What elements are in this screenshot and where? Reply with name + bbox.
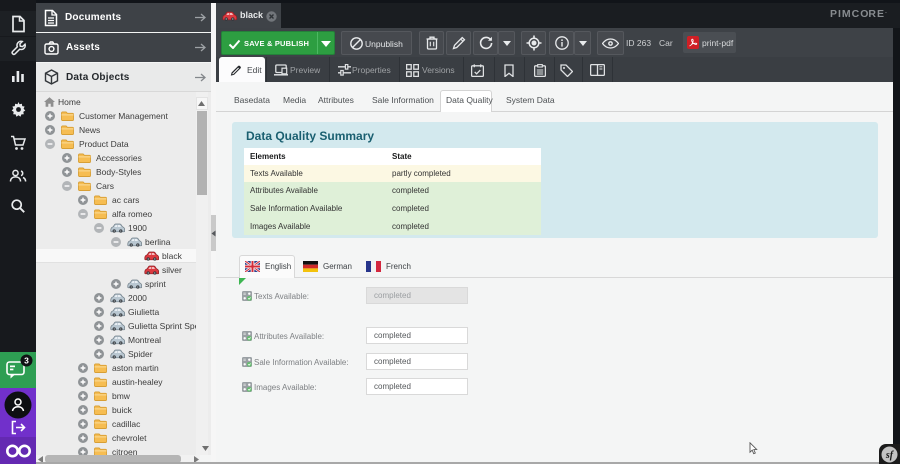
svg-text:3: 3 [24, 356, 29, 366]
